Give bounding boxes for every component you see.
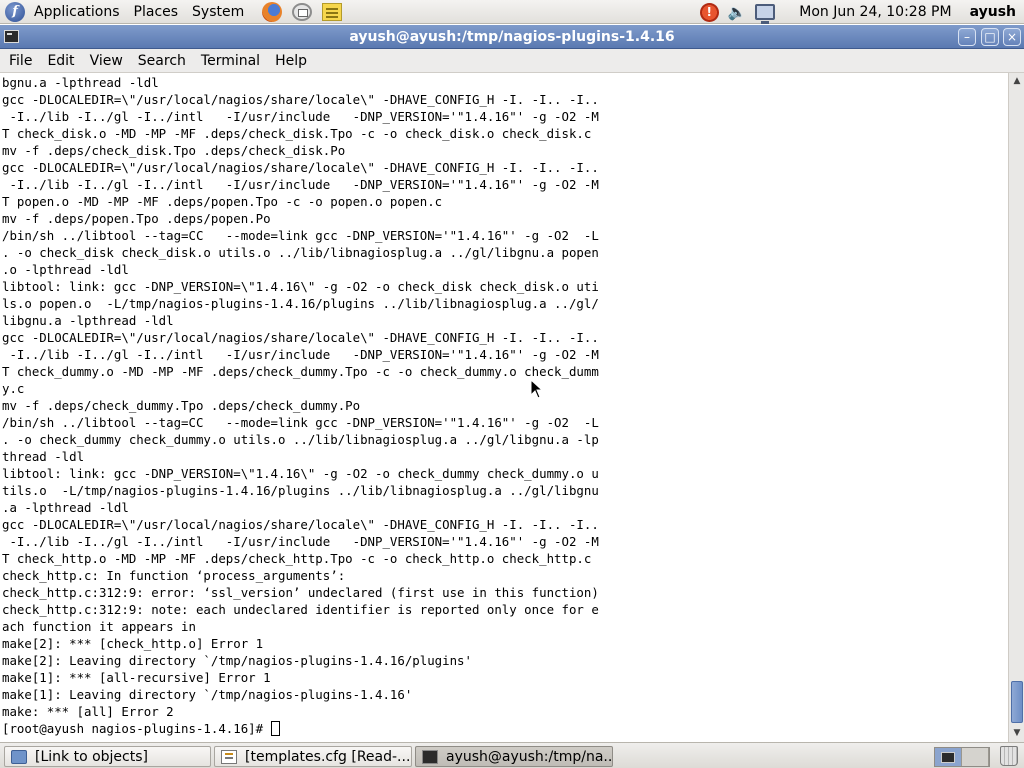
terminal-line: .a -lpthread -ldl xyxy=(2,500,129,515)
notes-icon[interactable] xyxy=(321,1,343,23)
terminal-line: /bin/sh ../libtool --tag=CC --mode=link … xyxy=(2,228,599,243)
terminal-line: libgnu.a -lpthread -ldl xyxy=(2,313,174,328)
terminal-line: mv -f .deps/check_dummy.Tpo .deps/check_… xyxy=(2,398,361,413)
terminal-line: -I../lib -I../gl -I../intl -I/usr/includ… xyxy=(2,347,599,362)
panel-tray: ! 🔈 Mon Jun 24, 10:28 PM ayush xyxy=(695,0,1024,24)
terminal-line: libtool: link: gcc -DNP_VERSION=\"1.4.16… xyxy=(2,466,599,481)
terminal-icon xyxy=(422,749,438,764)
terminal-line: make: *** [all] Error 2 xyxy=(2,704,174,719)
terminal-line: libtool: link: gcc -DNP_VERSION=\"1.4.16… xyxy=(2,279,599,294)
terminal-line: tils.o -L/tmp/nagios-plugins-1.4.16/plug… xyxy=(2,483,599,498)
scroll-up-arrow-icon[interactable]: ▲ xyxy=(1010,74,1024,89)
taskbar-item-link-to-objects[interactable]: [Link to objects] xyxy=(4,746,211,767)
terminal-line: mv -f .deps/check_disk.Tpo .deps/check_d… xyxy=(2,143,346,158)
network-icon[interactable] xyxy=(754,1,776,24)
text-cursor xyxy=(270,721,280,736)
workspace-window-icon xyxy=(941,752,955,763)
mail-clock-icon[interactable] xyxy=(291,1,313,23)
update-alert-icon[interactable]: ! xyxy=(698,1,720,23)
bottom-panel: [Link to objects] [templates.cfg [Read-.… xyxy=(0,742,1024,768)
terminal-line: T check_disk.o -MD -MP -MF .deps/check_d… xyxy=(2,126,592,141)
system-menu[interactable]: System xyxy=(185,0,251,24)
window-title: ayush@ayush:/tmp/nagios-plugins-1.4.16 xyxy=(349,29,675,45)
shell-prompt: [root@ayush nagios-plugins-1.4.16]# xyxy=(2,721,271,736)
terminal-line: gcc -DLOCALEDIR=\"/usr/local/nagios/shar… xyxy=(2,160,599,175)
top-panel: f Applications Places System ! 🔈 Mon Jun… xyxy=(0,0,1024,24)
text-editor-icon xyxy=(221,749,237,764)
terminal-menubar: File Edit View Search Terminal Help xyxy=(0,49,1024,73)
menu-file[interactable]: File xyxy=(0,49,38,73)
workspace-2[interactable] xyxy=(962,748,989,766)
terminal-line: check_http.c: In function ‘process_argum… xyxy=(2,568,346,583)
terminal-line: gcc -DLOCALEDIR=\"/usr/local/nagios/shar… xyxy=(2,330,599,345)
trash-icon[interactable] xyxy=(1000,746,1018,766)
terminal-line: -I../lib -I../gl -I../intl -I/usr/includ… xyxy=(2,534,599,549)
terminal-screen[interactable]: bgnu.a -lpthread -ldl gcc -DLOCALEDIR=\"/… xyxy=(0,73,1008,742)
terminal-line: mv -f .deps/popen.Tpo .deps/popen.Po xyxy=(2,211,271,226)
maximize-button[interactable]: □ xyxy=(981,28,999,46)
menu-edit[interactable]: Edit xyxy=(38,49,80,73)
taskbar-item-label: [templates.cfg [Read-... xyxy=(245,748,411,765)
taskbar-item-templates-cfg[interactable]: [templates.cfg [Read-... xyxy=(214,746,412,767)
terminal-prompt-line[interactable]: [root@ayush nagios-plugins-1.4.16]# xyxy=(2,720,1008,737)
menu-help[interactable]: Help xyxy=(266,49,313,73)
menu-search[interactable]: Search xyxy=(129,49,192,73)
terminal-line: gcc -DLOCALEDIR=\"/usr/local/nagios/shar… xyxy=(2,517,599,532)
terminal-scrollbar[interactable]: ▲ ▼ xyxy=(1008,73,1024,742)
menu-view[interactable]: View xyxy=(81,49,129,73)
firefox-icon[interactable] xyxy=(261,1,283,23)
terminal-line: make[1]: *** [all-recursive] Error 1 xyxy=(2,670,271,685)
taskbar-item-label: ayush@ayush:/tmp/na... xyxy=(446,748,613,765)
terminal-line: make[1]: Leaving directory `/tmp/nagios-… xyxy=(2,687,413,702)
terminal-line: ls.o popen.o -L/tmp/nagios-plugins-1.4.1… xyxy=(2,296,599,311)
terminal-line: T check_dummy.o -MD -MP -MF .deps/check_… xyxy=(2,364,599,379)
terminal-output: bgnu.a -lpthread -ldl gcc -DLOCALEDIR=\"/… xyxy=(0,73,1008,737)
minimize-button[interactable]: – xyxy=(958,28,976,46)
menu-terminal[interactable]: Terminal xyxy=(192,49,266,73)
terminal-line: make[2]: *** [check_http.o] Error 1 xyxy=(2,636,264,651)
taskbar-item-label: [Link to objects] xyxy=(35,748,148,765)
terminal-line: gcc -DLOCALEDIR=\"/usr/local/nagios/shar… xyxy=(2,92,599,107)
terminal-line: check_http.c:312:9: note: each undeclare… xyxy=(2,602,599,617)
scrollbar-thumb[interactable] xyxy=(1011,681,1023,723)
terminal-line: /bin/sh ../libtool --tag=CC --mode=link … xyxy=(2,415,599,430)
user-menu[interactable]: ayush xyxy=(970,4,1024,20)
terminal-line: -I../lib -I../gl -I../intl -I/usr/includ… xyxy=(2,177,599,192)
workspace-switcher[interactable] xyxy=(934,747,990,767)
volume-icon[interactable]: 🔈 xyxy=(726,1,748,23)
applications-menu[interactable]: Applications xyxy=(27,0,127,24)
terminal-line: make[2]: Leaving directory `/tmp/nagios-… xyxy=(2,653,472,668)
close-button[interactable]: × xyxy=(1003,28,1021,46)
scroll-down-arrow-icon[interactable]: ▼ xyxy=(1010,726,1024,741)
terminal-line: bgnu.a -lpthread -ldl xyxy=(2,75,159,90)
terminal-line: . -o check_disk check_disk.o utils.o ../… xyxy=(2,245,599,260)
gnome-foot-icon[interactable]: f xyxy=(5,1,25,22)
terminal-line: T check_http.o -MD -MP -MF .deps/check_h… xyxy=(2,551,592,566)
workspace-1[interactable] xyxy=(935,748,962,766)
folder-icon xyxy=(11,749,27,764)
terminal-line: thread -ldl xyxy=(2,449,85,464)
terminal-line: check_http.c:312:9: error: ‘ssl_version’… xyxy=(2,585,599,600)
window-titlebar[interactable]: ayush@ayush:/tmp/nagios-plugins-1.4.16 –… xyxy=(0,25,1024,49)
terminal-line: ach function it appears in xyxy=(2,619,196,634)
terminal-line: T popen.o -MD -MP -MF .deps/popen.Tpo -c… xyxy=(2,194,443,209)
terminal-line: .o -lpthread -ldl xyxy=(2,262,129,277)
clock[interactable]: Mon Jun 24, 10:28 PM xyxy=(779,4,969,20)
taskbar-item-terminal[interactable]: ayush@ayush:/tmp/na... xyxy=(415,746,613,767)
terminal-line: y.c xyxy=(2,381,25,396)
terminal-line: . -o check_dummy check_dummy.o utils.o .… xyxy=(2,432,599,447)
terminal-line: -I../lib -I../gl -I../intl -I/usr/includ… xyxy=(2,109,599,124)
places-menu[interactable]: Places xyxy=(127,0,186,24)
